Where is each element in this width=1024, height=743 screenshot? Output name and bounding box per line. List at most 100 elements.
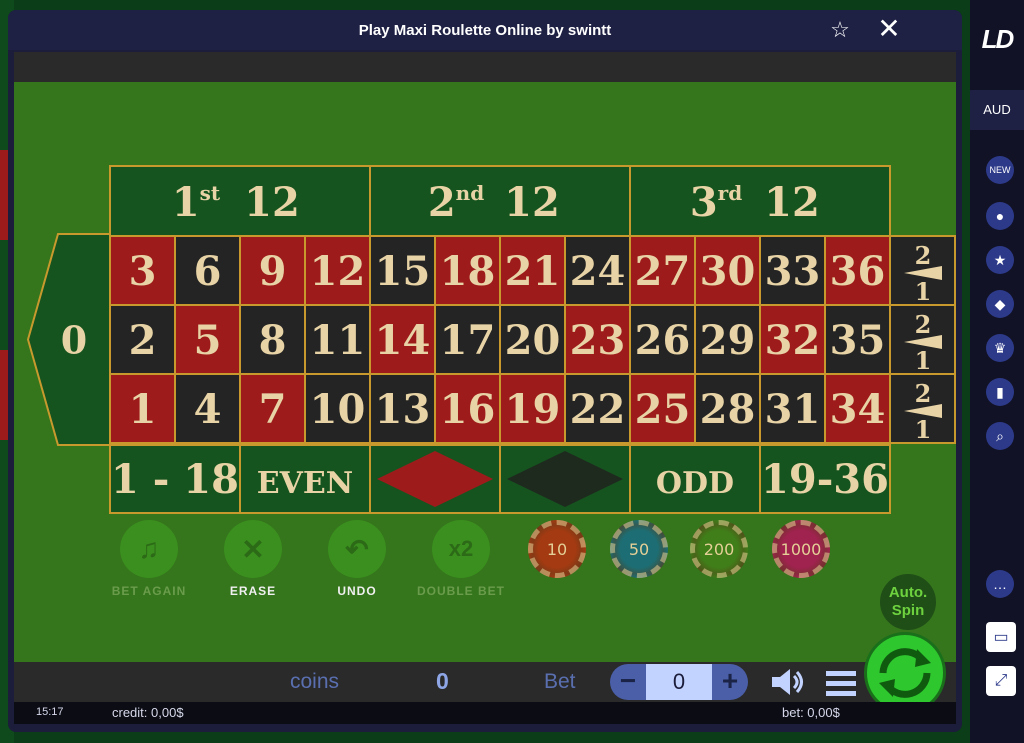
star-icon[interactable]: ☆ [828,19,852,43]
bet-increase-button[interactable]: + [712,664,748,700]
clock: 15:17 [36,706,64,718]
double-bet-button[interactable]: x2 DOUBLE BET [406,520,516,598]
spin-icon [879,648,931,698]
menu-icon[interactable] [824,668,858,698]
background-stripe [0,150,8,240]
coins-label: coins [290,670,340,693]
chat-icon[interactable]: … [986,570,1014,598]
number-label: 24 [570,248,626,295]
number-label: 16 [440,386,496,433]
number-label: 15 [375,248,431,295]
number-label: 7 [259,386,287,433]
wallet-icon[interactable]: ▭ [986,622,1016,652]
chip-10[interactable]: 10 [528,520,586,578]
bet-value: 0 [646,664,712,700]
dozen-value: 12 [764,179,820,226]
sound-icon[interactable] [770,666,806,698]
dozen-suffix: rd [718,181,743,205]
close-icon[interactable]: ✕ [876,15,902,43]
erase-label: ERASE [229,584,277,598]
chip-50[interactable]: 50 [610,520,668,578]
number-label: 1 [129,386,157,433]
double-bet-label: DOUBLE BET [417,584,505,598]
star-icon[interactable]: ★ [986,246,1014,274]
new-icon[interactable]: NEW [986,156,1014,184]
game-top-bar [14,52,956,82]
column-bottom: 1 [915,277,932,306]
trophy-icon[interactable]: ♛ [986,334,1014,362]
number-label: 9 [259,248,287,295]
bet-again-label: BET AGAIN [111,584,187,598]
zero-label: 0 [61,318,87,363]
dozen-value: 12 [504,179,560,226]
number-label: 22 [570,386,626,433]
window-title: Play Maxi Roulette Online by swintt [358,21,612,39]
number-label: 5 [194,317,222,364]
bet-stepper: − 0 + [610,664,748,700]
number-label: 8 [259,317,287,364]
site-logo[interactable]: LD [970,24,1024,55]
sidebar: LD AUD NEW ● ★ ◆ ♛ ▮ ⌕ … ▭ ⤢ [970,0,1024,743]
bottom-bar: coins 0 Bet − 0 + [14,662,956,702]
bookmark-icon[interactable]: ▮ [986,378,1014,406]
number-label: 34 [830,386,886,433]
dozen-bet-2[interactable] [369,165,631,237]
dozen-bet-1[interactable] [109,165,371,237]
number-label: 14 [375,317,431,364]
number-label: 20 [505,317,561,364]
diamond-icon[interactable]: ◆ [986,290,1014,318]
number-label: 17 [440,317,496,364]
outside-bet-label: 1 - 18 [111,456,239,503]
credit-display: credit: 0,00$ [112,705,184,720]
outside-bet-label: ODD [656,466,734,501]
number-label: 33 [765,248,821,295]
number-label: 29 [700,317,756,364]
number-label: 11 [310,317,366,364]
number-label: 23 [570,317,626,364]
background-stripe [0,350,8,440]
column-bottom: 1 [915,415,932,444]
number-label: 27 [635,248,691,295]
expand-icon[interactable]: ⤢ [986,666,1016,696]
number-label: 36 [830,248,886,295]
outside-bets: 1 - 18 EVEN ODD 19-36 [109,444,891,514]
autospin-line1: Auto. [888,584,928,601]
autospin-label: Auto. Spin [889,584,927,620]
chip-1000[interactable]: 1000 [772,520,830,578]
number-label: 28 [700,386,756,433]
number-label: 35 [830,317,886,364]
bet-decrease-button[interactable]: − [610,664,646,700]
number-label: 30 [700,248,756,295]
bell-icon: ♫ [120,520,178,578]
column-bets: 2 1 2 1 2 1 [889,235,956,444]
dozen-bet-3[interactable] [629,165,891,237]
status-bar: 15:17 credit: 0,00$ bet: 0,00$ [14,702,956,724]
column-top: 2 [915,379,932,408]
undo-icon: ↶ [328,520,386,578]
column-top: 2 [915,310,932,339]
x-icon: ✕ [224,520,282,578]
bet-again-button[interactable]: ♫ BET AGAIN [94,520,204,598]
autospin-button[interactable]: Auto. Spin [880,574,936,630]
x2-icon: x2 [432,520,490,578]
number-label: 6 [194,248,222,295]
number-grid: 3 6 9 12 15 18 21 24 27 30 33 362 5 8 11 14 17 20 23 26 29 32… [109,235,891,444]
zero-bet[interactable]: 0 [26,233,111,446]
number-label: 2 [129,317,157,364]
chip-200[interactable]: 200 [690,520,748,578]
number-label: 12 [310,248,366,295]
number-label: 32 [765,317,821,364]
number-label: 10 [310,386,366,433]
number-label: 19 [505,386,561,433]
number-label: 25 [635,386,691,433]
number-label: 4 [194,386,222,433]
outside-bet-label: EVEN [257,466,353,501]
currency-selector[interactable]: AUD [970,90,1024,130]
drop-icon[interactable]: ● [986,202,1014,230]
undo-button[interactable]: ↶ UNDO [302,520,412,598]
roulette-table-area: 1st 12 2nd 12 3rd 12 0 3 6 9 12 15 18 21 24 27 30 33 36 2… [14,82,956,662]
autospin-line2: Spin [891,602,925,619]
search-icon[interactable]: ⌕ [986,422,1014,450]
number-label: 21 [505,248,561,295]
erase-button[interactable]: ✕ ERASE [198,520,308,598]
